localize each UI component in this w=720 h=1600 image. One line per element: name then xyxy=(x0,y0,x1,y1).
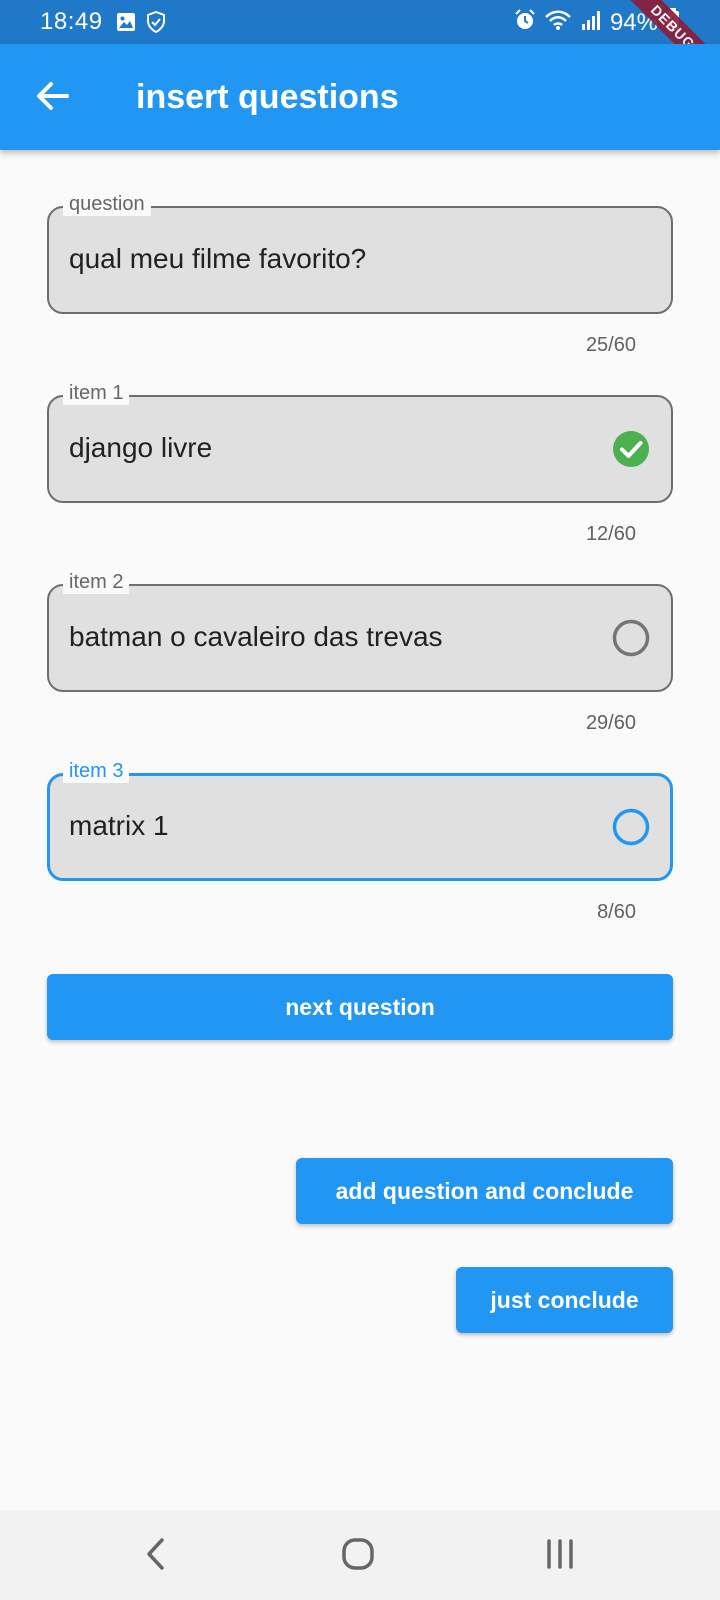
item-2-input[interactable] xyxy=(69,614,589,660)
item-1-field[interactable]: item 1 xyxy=(47,381,673,503)
just-conclude-button[interactable]: just conclude xyxy=(456,1267,673,1333)
item-2-field-label: item 2 xyxy=(63,570,130,594)
item-2-field[interactable]: item 2 xyxy=(47,570,673,692)
check-circle-icon[interactable] xyxy=(611,429,651,469)
alarm-icon xyxy=(514,9,536,36)
image-icon xyxy=(116,12,136,37)
back-button[interactable] xyxy=(26,72,78,124)
item-1-char-counter: 12/60 xyxy=(585,523,636,545)
status-bar: 18:49 94% xyxy=(0,0,720,44)
item-3-input[interactable] xyxy=(69,803,589,849)
item-3-field[interactable]: item 3 xyxy=(47,759,673,881)
radio-unchecked-icon[interactable] xyxy=(611,807,651,847)
status-time: 18:49 xyxy=(40,8,103,35)
nav-recents-button[interactable] xyxy=(536,1532,584,1580)
next-question-button[interactable]: next question xyxy=(47,974,673,1040)
question-field[interactable]: question xyxy=(47,192,673,314)
arrow-back-icon xyxy=(35,81,69,116)
radio-unchecked-icon[interactable] xyxy=(611,618,651,658)
question-input[interactable] xyxy=(69,236,589,282)
question-field-label: question xyxy=(63,192,151,216)
question-char-counter: 25/60 xyxy=(585,334,636,356)
page-title: insert questions xyxy=(136,78,399,116)
chevron-left-icon xyxy=(144,1537,168,1576)
item-2-char-counter: 29/60 xyxy=(585,712,636,734)
shield-icon xyxy=(146,10,166,38)
item-3-field-label: item 3 xyxy=(63,759,130,783)
status-notification-icons xyxy=(116,10,166,38)
system-nav-bar xyxy=(0,1510,720,1600)
item-3-char-counter: 8/60 xyxy=(597,901,636,923)
recents-icon xyxy=(545,1538,575,1575)
add-question-and-conclude-button[interactable]: add question and conclude xyxy=(296,1158,673,1224)
app-bar: insert questions xyxy=(0,44,720,150)
wifi-icon xyxy=(544,9,572,36)
item-1-field-label: item 1 xyxy=(63,381,130,405)
nav-home-button[interactable] xyxy=(334,1532,382,1580)
nav-back-button[interactable] xyxy=(132,1532,180,1580)
item-1-input[interactable] xyxy=(69,425,589,471)
home-circle-icon xyxy=(341,1537,375,1576)
signal-icon xyxy=(580,9,602,36)
